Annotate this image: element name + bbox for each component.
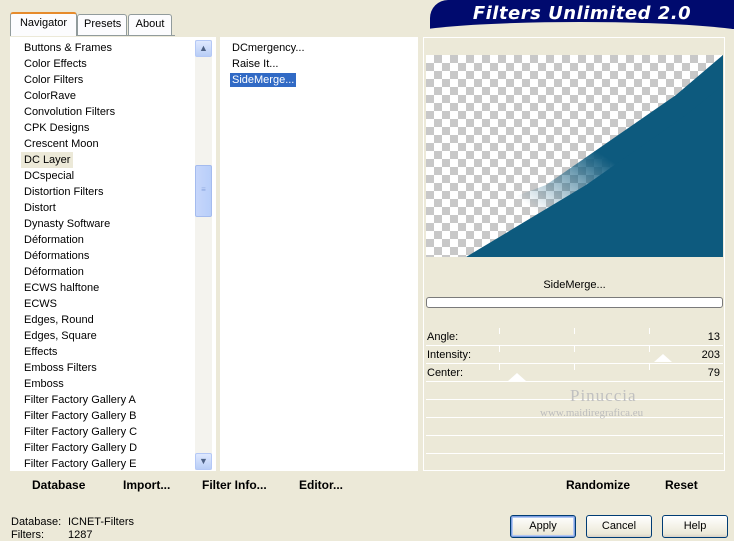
category-item[interactable]: Effects [24, 344, 57, 360]
filter-item-sidemerge[interactable]: SideMerge... [230, 73, 297, 87]
apply-button[interactable]: Apply [510, 515, 576, 538]
preview-gradient [426, 55, 723, 257]
filter-info-button[interactable]: Filter Info... [202, 478, 267, 492]
param-value: 203 [701, 349, 720, 361]
category-item[interactable]: Filter Factory Gallery B [24, 408, 136, 424]
category-item[interactable]: Distort [24, 200, 56, 216]
status-database-value: ICNET-Filters [68, 516, 134, 528]
category-item[interactable]: Filter Factory Gallery E [24, 456, 136, 472]
param-value: 13 [707, 331, 720, 343]
param-label: Center: [427, 367, 464, 379]
progress-bar [426, 297, 723, 308]
category-item[interactable]: Filter Factory Gallery A [24, 392, 136, 408]
category-item[interactable]: Déformation [24, 264, 84, 280]
category-item[interactable]: Emboss [24, 376, 64, 392]
reset-button[interactable]: Reset [665, 478, 698, 492]
category-item[interactable]: Emboss Filters [24, 360, 97, 376]
cancel-button[interactable]: Cancel [586, 515, 652, 538]
category-list[interactable]: Buttons & Frames Color Effects Color Filte… [10, 37, 216, 471]
status-database-label: Database: [11, 516, 62, 528]
tab-about[interactable]: About [128, 14, 172, 35]
database-button[interactable]: Database [32, 478, 85, 492]
category-item[interactable]: ColorRave [24, 88, 76, 104]
category-item[interactable]: Distortion Filters [24, 184, 103, 200]
category-item[interactable]: Filter Factory Gallery C [24, 424, 137, 440]
slider-marker[interactable] [508, 373, 526, 381]
right-toolbar: Randomize Reset [423, 471, 725, 499]
category-item[interactable]: DCspecial [24, 168, 74, 184]
slider-marker[interactable] [654, 354, 672, 362]
preview-filter-name: SideMerge... [543, 279, 606, 291]
param-empty [426, 436, 723, 454]
param-intensity[interactable]: Intensity: 203 [426, 346, 723, 364]
param-empty [426, 418, 723, 436]
param-label: Intensity: [427, 349, 472, 361]
randomize-button[interactable]: Randomize [566, 478, 630, 492]
tab-navigator[interactable]: Navigator [10, 12, 77, 36]
app-title-banner: Filters Unlimited 2.0 [430, 0, 734, 29]
category-scrollbar[interactable]: ▲ ≡ ▼ [195, 40, 212, 470]
editor-button[interactable]: Editor... [299, 478, 343, 492]
status-filters-value: 1287 [68, 529, 93, 541]
tab-presets[interactable]: Presets [77, 14, 127, 35]
category-item[interactable]: ECWS halftone [24, 280, 99, 296]
category-item[interactable]: Filter Factory Gallery D [24, 440, 137, 456]
left-toolbar: Database Import... Filter Info... Editor… [10, 471, 418, 499]
scroll-thumb[interactable]: ≡ [195, 165, 212, 217]
param-angle[interactable]: Angle: 13 [426, 328, 723, 346]
watermark-name: Pinuccia [570, 386, 637, 405]
scroll-up-button[interactable]: ▲ [195, 40, 212, 57]
filter-list[interactable]: DCmergency... Raise It... SideMerge... [220, 37, 418, 471]
param-value: 79 [707, 367, 720, 379]
filter-item-raise-it[interactable]: Raise It... [230, 57, 280, 71]
import-button[interactable]: Import... [123, 478, 170, 492]
category-item[interactable]: Edges, Round [24, 312, 94, 328]
param-center[interactable]: Center: 79 [426, 364, 723, 382]
category-item[interactable]: ECWS [24, 296, 57, 312]
category-item[interactable]: DC Layer [21, 152, 74, 168]
category-item[interactable]: Buttons & Frames [24, 40, 112, 56]
category-item[interactable]: Déformation [24, 232, 84, 248]
app-title: Filters Unlimited 2.0 [472, 3, 692, 24]
preview-image [426, 55, 723, 257]
category-item[interactable]: Déformations [24, 248, 89, 264]
category-item[interactable]: Convolution Filters [24, 104, 115, 120]
status-filters-label: Filters: [11, 529, 44, 541]
param-label: Angle: [427, 331, 459, 343]
help-button[interactable]: Help [662, 515, 728, 538]
category-item[interactable]: CPK Designs [24, 120, 89, 136]
category-item[interactable]: Crescent Moon [24, 136, 99, 152]
category-item[interactable]: Edges, Square [24, 328, 97, 344]
scroll-down-button[interactable]: ▼ [195, 453, 212, 470]
filter-item-dcmergency[interactable]: DCmergency... [230, 41, 307, 55]
category-item[interactable]: Color Effects [24, 56, 87, 72]
category-item[interactable]: Color Filters [24, 72, 83, 88]
watermark-url: www.maidiregrafica.eu [540, 407, 644, 419]
category-item[interactable]: Dynasty Software [24, 216, 110, 232]
